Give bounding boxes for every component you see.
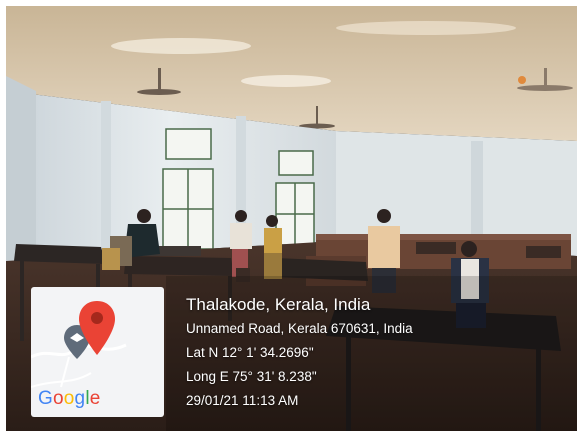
- google-logo-letter: o: [52, 388, 64, 409]
- latitude-line: Lat N 12° 1' 34.2696": [186, 345, 314, 360]
- google-logo-letter: o: [63, 388, 75, 409]
- google-logo-letter: e: [89, 388, 101, 409]
- datetime-line: 29/01/21 11:13 AM: [186, 393, 299, 408]
- google-logo-letter: G: [38, 388, 53, 409]
- google-logo-letter: g: [74, 388, 86, 409]
- longitude-line: Long E 75° 31' 8.238": [186, 369, 317, 384]
- geotag-info: Thalakode, Kerala, India Unnamed Road, K…: [186, 294, 566, 415]
- map-thumbnail-card: Google: [31, 287, 164, 417]
- address-line: Unnamed Road, Kerala 670631, India: [186, 321, 413, 336]
- google-logo: Google: [38, 388, 101, 410]
- window-left: [162, 128, 214, 250]
- place-name: Thalakode, Kerala, India: [186, 295, 371, 314]
- photo-frame: Google Thalakode, Kerala, India Unnamed …: [6, 6, 577, 431]
